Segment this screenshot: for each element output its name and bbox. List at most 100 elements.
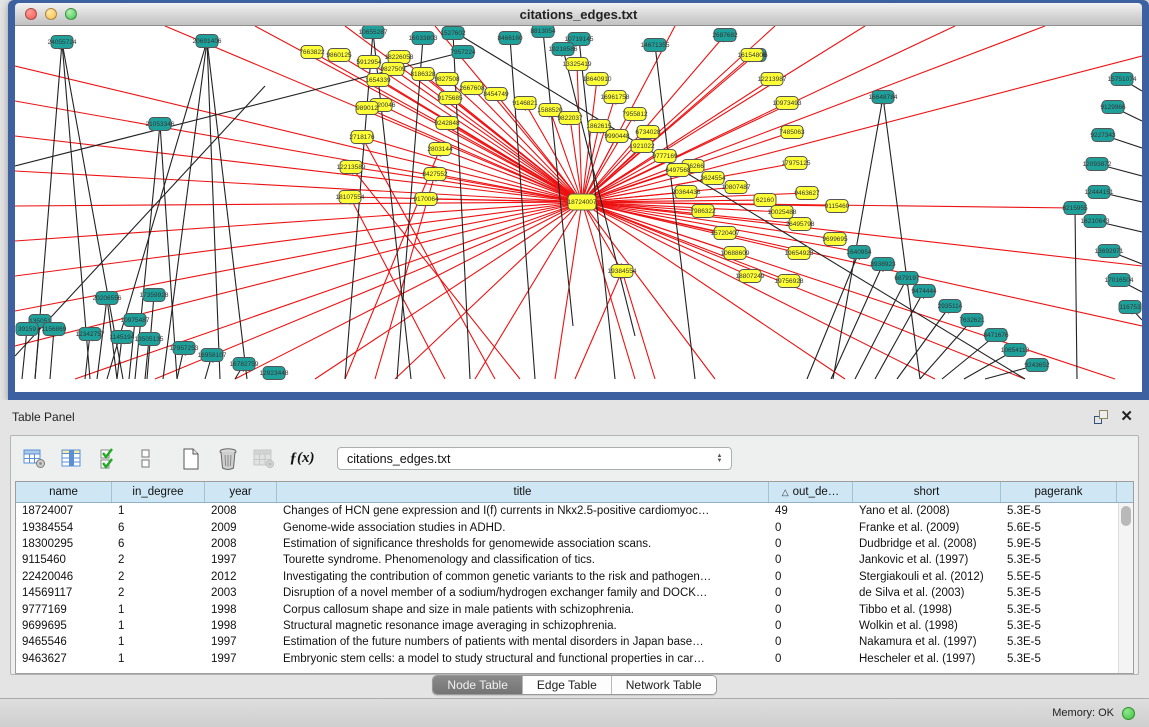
delete-table-button[interactable]: [214, 445, 242, 473]
table-row[interactable]: 1456911722003Disruption of a novel membe…: [16, 585, 1133, 601]
graph-node[interactable]: 10973493: [773, 97, 802, 110]
graph-node[interactable]: 20691406: [193, 35, 222, 48]
graph-node[interactable]: 21053346: [146, 118, 175, 131]
table-row[interactable]: 977716911998Corpus callosum shape and si…: [16, 601, 1133, 617]
graph-node[interactable]: 16782759: [230, 358, 259, 371]
select-all-button[interactable]: [95, 445, 123, 473]
graph-node[interactable]: 13505135: [135, 333, 164, 346]
graph-node[interactable]: 9170064: [413, 193, 439, 206]
column-header-short[interactable]: short: [853, 482, 1001, 502]
graph-node[interactable]: 10654112: [1001, 344, 1030, 357]
graph-node[interactable]: 7957224: [450, 46, 476, 59]
graph-node[interactable]: 17359928: [140, 289, 169, 302]
graph-node[interactable]: 20364436: [672, 186, 701, 199]
graph-node[interactable]: 8471676: [983, 329, 1009, 342]
graph-node[interactable]: 2667608: [459, 82, 485, 95]
graph-node[interactable]: 8427552: [422, 168, 448, 181]
graph-node[interactable]: 1145194: [110, 331, 135, 344]
table-row[interactable]: 946554611997Estimation of the future num…: [16, 634, 1133, 650]
float-panel-icon[interactable]: [1094, 410, 1108, 424]
graph-node[interactable]: 1527602: [440, 27, 466, 40]
graph-node[interactable]: 10975487: [121, 314, 150, 327]
graph-node[interactable]: 62160: [754, 194, 776, 207]
graph-node[interactable]: 6734028: [635, 126, 661, 139]
window-titlebar[interactable]: citations_edges.txt: [15, 3, 1142, 26]
show-columns-button[interactable]: [58, 445, 86, 473]
graph-node[interactable]: 9146821: [512, 97, 538, 110]
graph-node[interactable]: 8938923: [870, 258, 896, 271]
graph-node[interactable]: 3624554: [700, 172, 726, 185]
graph-node[interactable]: 7663822: [299, 46, 325, 59]
graph-node[interactable]: 12342757: [76, 328, 105, 341]
graph-node[interactable]: 9474444: [911, 285, 937, 298]
graph-node[interactable]: 8454749: [483, 88, 509, 101]
graph-node[interactable]: 24055724: [48, 36, 77, 49]
graph-node[interactable]: 18107554: [336, 191, 365, 204]
table-row[interactable]: 911546021997Tourette syndrome. Phenomeno…: [16, 552, 1133, 568]
graph-node[interactable]: 19756928: [775, 275, 804, 288]
graph-node[interactable]: 17016504: [1105, 274, 1134, 287]
graph-node[interactable]: 39159: [16, 323, 38, 336]
function-builder-button[interactable]: ƒ(x): [288, 445, 316, 473]
graph-node[interactable]: 19218586: [549, 43, 578, 56]
graph-node[interactable]: 16210643: [1081, 215, 1110, 228]
graph-node[interactable]: 10655287: [359, 26, 388, 39]
table-selector[interactable]: citations_edges.txt ▲▼: [337, 447, 732, 470]
table-row[interactable]: 1872400712008Changes of HCN gene express…: [16, 503, 1133, 519]
graph-node[interactable]: 19384554: [608, 265, 637, 278]
graph-node[interactable]: 9129966: [1100, 101, 1126, 114]
graph-node[interactable]: 16033803: [409, 32, 438, 45]
column-header-name[interactable]: name: [16, 482, 112, 502]
graph-node[interactable]: 9227343: [1090, 129, 1116, 142]
graph-node[interactable]: 15751074: [1108, 73, 1137, 86]
graph-node[interactable]: 9827508: [434, 73, 460, 86]
table-row[interactable]: 1830029562008Estimation of significance …: [16, 536, 1133, 552]
tab-edge-table[interactable]: Edge Table: [523, 676, 612, 694]
graph-node[interactable]: 12923448: [260, 367, 289, 380]
graph-node[interactable]: 9822037: [557, 112, 583, 125]
graph-node[interactable]: 26495798: [786, 218, 815, 231]
graph-node[interactable]: 8186328: [410, 68, 436, 81]
graph-node[interactable]: 19654923: [785, 247, 814, 260]
graph-node[interactable]: 18807249: [736, 270, 765, 283]
new-table-button[interactable]: [177, 445, 205, 473]
graph-node[interactable]: 13692971: [1095, 245, 1124, 258]
graph-node[interactable]: 6879197: [894, 272, 920, 285]
graph-node[interactable]: 18226058: [385, 51, 414, 64]
graph-node[interactable]: 7632621: [959, 314, 985, 327]
graph-node[interactable]: 9175685: [437, 92, 463, 105]
graph-node[interactable]: 9463627: [794, 187, 820, 200]
graph-node[interactable]: 5912954: [356, 56, 382, 69]
graph-node[interactable]: 12444151: [1085, 186, 1114, 199]
column-header-pagerank[interactable]: pagerank: [1001, 482, 1117, 502]
graph-node[interactable]: 2687682: [712, 29, 738, 42]
graph-node[interactable]: 18640910: [583, 73, 612, 86]
graph-node[interactable]: 9699695: [822, 233, 848, 246]
graph-node[interactable]: 9990448: [604, 130, 630, 143]
graph-node[interactable]: 2718176: [349, 131, 375, 144]
graph-node[interactable]: 17975125: [782, 157, 811, 170]
graph-node[interactable]: 9115460: [825, 200, 850, 213]
graph-node[interactable]: 8813054: [530, 26, 556, 38]
network-canvas[interactable]: 1872400724055724206914061065528716033803…: [15, 26, 1142, 392]
graph-node[interactable]: 16154808: [738, 49, 767, 62]
graph-node[interactable]: 2935114: [938, 300, 963, 313]
tab-node-table[interactable]: Node Table: [433, 676, 523, 694]
graph-node[interactable]: 9243652: [1024, 359, 1050, 372]
graph-node[interactable]: 6497568: [665, 164, 691, 177]
graph-node[interactable]: 1921022: [629, 140, 655, 153]
graph-node[interactable]: 12213987: [758, 73, 787, 86]
graph-node[interactable]: 10025488: [768, 206, 797, 219]
graph-node[interactable]: 16958107: [198, 349, 227, 362]
column-header-title[interactable]: title: [277, 482, 769, 502]
graph-node[interactable]: 16961758: [601, 91, 630, 104]
graph-node[interactable]: 10807487: [722, 181, 751, 194]
graph-node[interactable]: 1654339: [365, 74, 391, 87]
graph-node[interactable]: 13325419: [563, 58, 592, 71]
graph-node[interactable]: 10688609: [721, 247, 750, 260]
scrollbar-thumb[interactable]: [1121, 506, 1131, 526]
graph-node[interactable]: 9777169: [652, 150, 678, 163]
graph-node[interactable]: 12213589: [337, 161, 366, 174]
graph-node[interactable]: 7955812: [622, 108, 648, 121]
close-panel-icon[interactable]: ✕: [1120, 409, 1133, 424]
